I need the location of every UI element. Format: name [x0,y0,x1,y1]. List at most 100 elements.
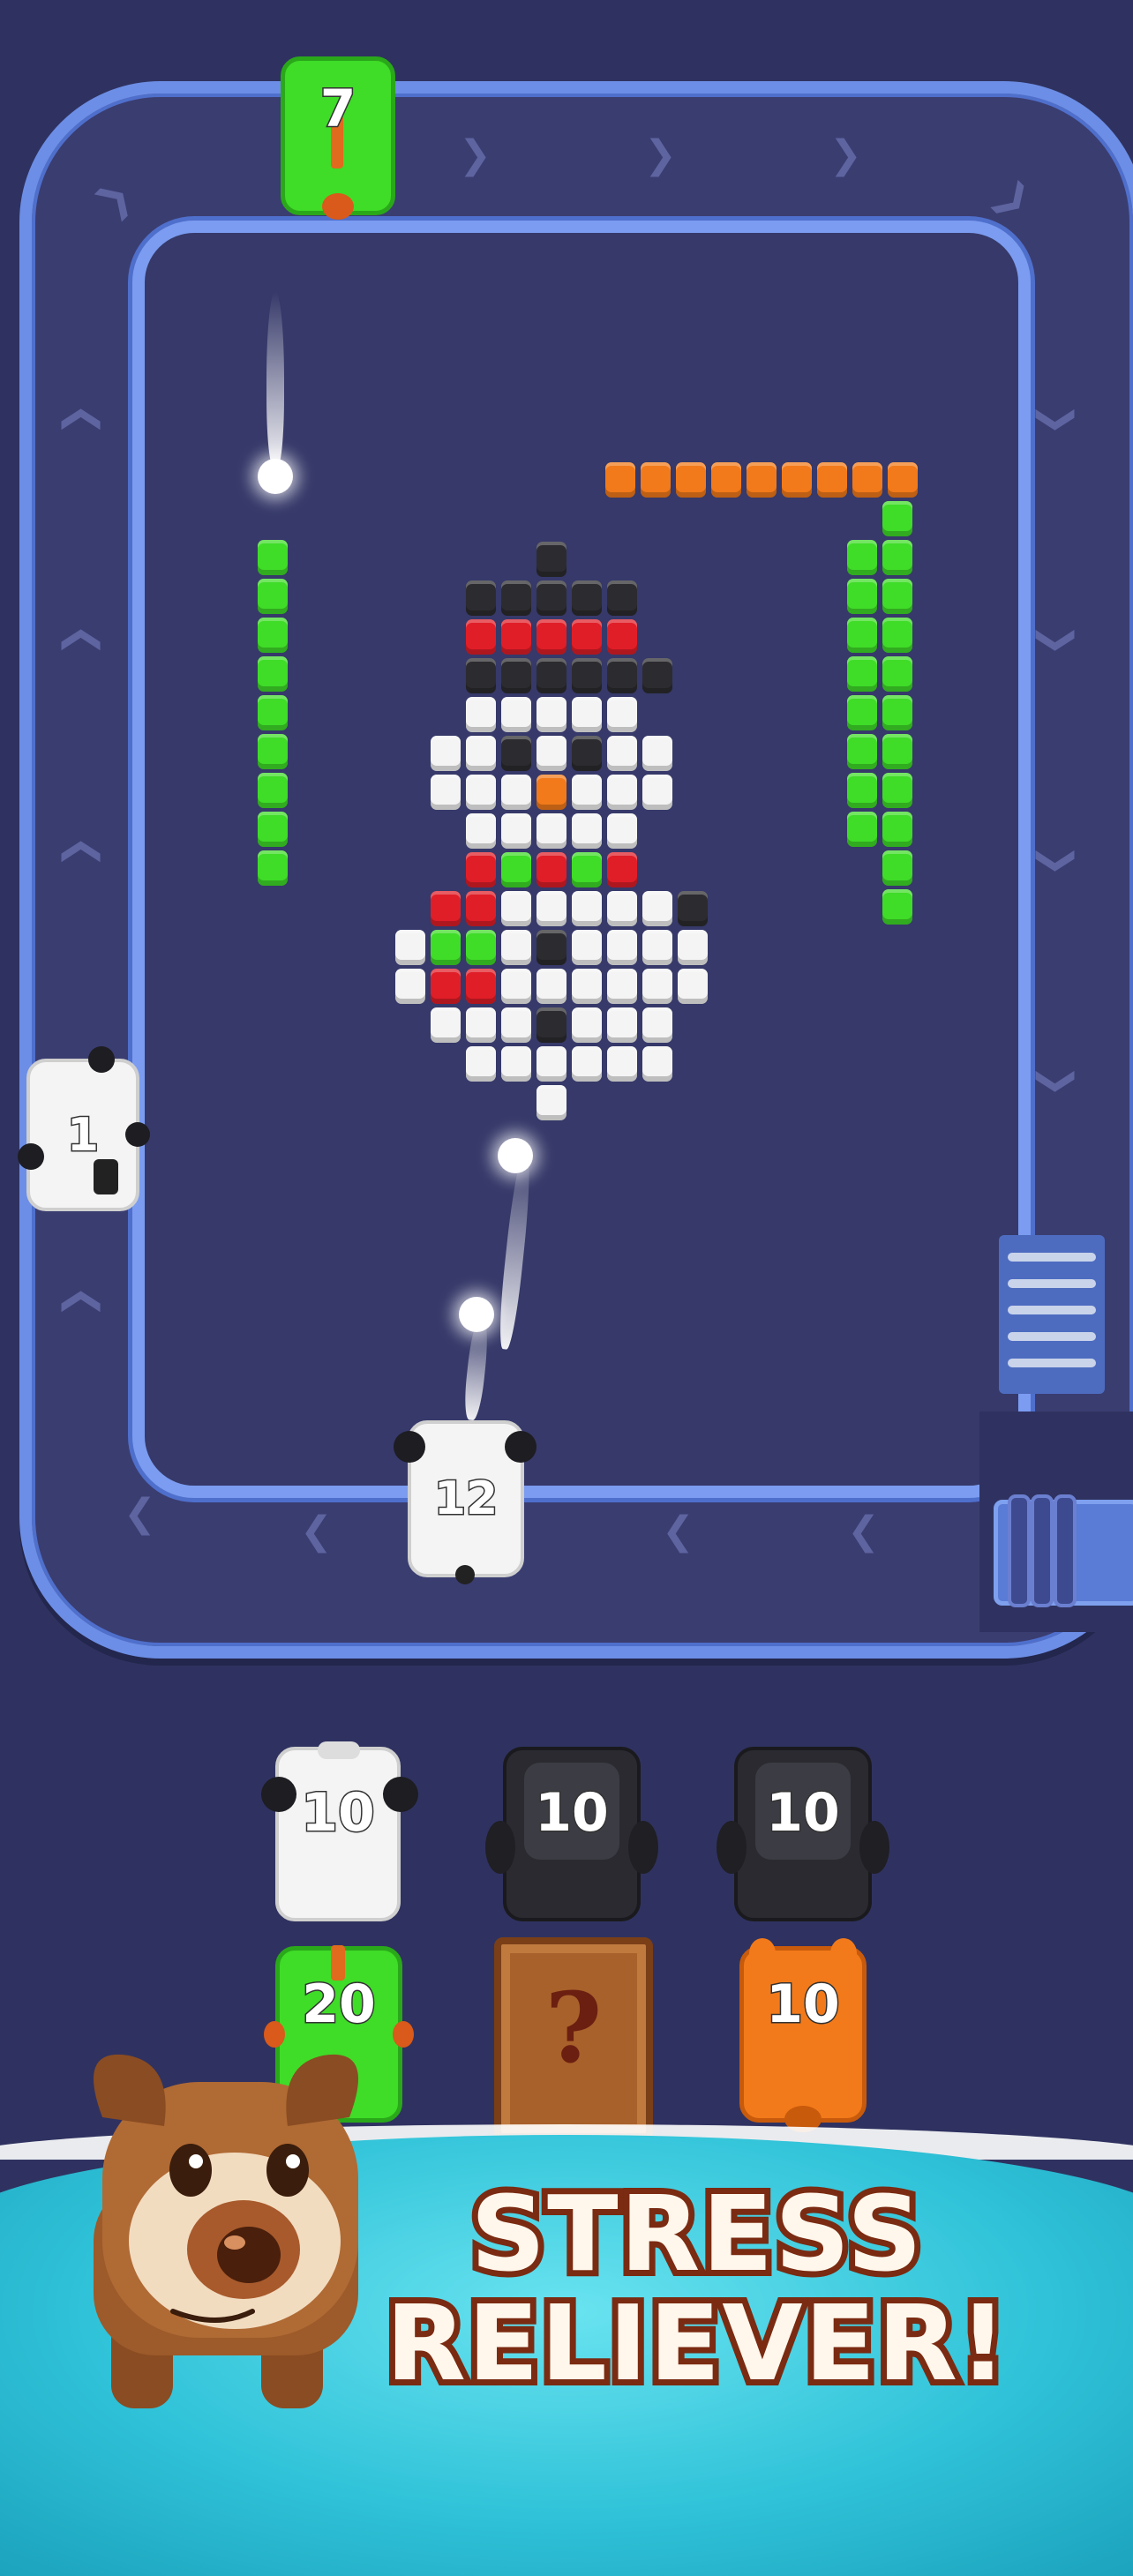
block [572,619,602,655]
block [466,1046,496,1082]
block [466,813,496,849]
block [882,889,912,925]
banner-title-line1: STRESS [464,2173,928,2295]
chevron-up-icon: ❯ [55,1285,101,1318]
block [605,462,635,498]
block [536,930,566,965]
block [572,891,602,926]
block [882,773,912,808]
block [258,850,288,886]
block [607,619,637,655]
block [572,813,602,849]
block [607,697,637,732]
chevron-right-icon: ❯ [459,132,491,177]
block [782,462,812,498]
shooter-panda-on-track[interactable]: 12 [394,1420,536,1584]
block [747,462,777,498]
block [572,1046,602,1082]
block [431,736,461,771]
queue-fox[interactable]: 10 [739,1938,867,2132]
queue-penguin[interactable]: 10 [717,1747,889,1921]
block [258,540,288,575]
block [466,697,496,732]
block [882,850,912,886]
block [258,695,288,730]
block [882,695,912,730]
block [536,775,566,810]
block [501,658,531,693]
block [572,775,602,810]
block [466,891,496,926]
block [678,930,708,965]
chevron-left-icon: ❮ [847,1509,880,1554]
block [607,969,637,1004]
block [501,891,531,926]
block [258,579,288,614]
block [607,1007,637,1043]
block [572,930,602,965]
block [466,852,496,887]
block [882,540,912,575]
block [536,852,566,887]
block [536,1046,566,1082]
block [572,852,602,887]
shooter-panda-on-track[interactable]: 1 [18,1046,150,1211]
chevron-down-icon: ❯ [1034,403,1080,436]
shooter-count: 10 [534,1781,610,1846]
block [258,812,288,847]
track-ramp [999,1235,1105,1394]
block [431,1007,461,1043]
queue-penguin[interactable]: 10 [485,1747,658,1921]
block [847,812,877,847]
block [258,773,288,808]
block [607,852,637,887]
block [572,658,602,693]
block [536,736,566,771]
chevron-up-icon: ❯ [55,835,101,868]
block [501,969,531,1004]
chevron-up-icon: ❯ [55,403,101,436]
block [882,656,912,692]
block [817,462,847,498]
queue-panda[interactable]: 10 [261,1741,418,1921]
mystery-question-mark: ? [544,1971,603,2085]
block [501,580,531,616]
block [852,462,882,498]
block [642,736,672,771]
block [678,891,708,926]
block [847,695,877,730]
chevron-up-icon: ❯ [55,624,101,656]
shooter-count: 10 [765,1973,841,2037]
block [466,658,496,693]
block [607,930,637,965]
block [641,462,671,498]
banner-title-line2: RELIEVER! [379,2282,1013,2404]
dog-mascot [94,2054,358,2408]
block [536,619,566,655]
block [882,618,912,653]
block [466,775,496,810]
mystery-crate[interactable]: ? [494,1937,653,2140]
chevron-left-icon: ❮ [662,1509,694,1554]
block [258,734,288,769]
block [847,579,877,614]
block [642,1007,672,1043]
chevron-right-icon: ❯ [829,132,862,177]
block [466,930,496,965]
block [711,462,741,498]
shooter-frog-on-track[interactable]: 7 [281,56,395,220]
shooter-count: 10 [765,1781,841,1846]
block [847,540,877,575]
block [501,775,531,810]
block [466,1007,496,1043]
block [536,891,566,926]
block [536,697,566,732]
chevron-down-icon: ❯ [1034,844,1080,877]
block [536,969,566,1004]
chevron-left-icon: ❮ [124,1491,156,1536]
block [501,852,531,887]
block [607,891,637,926]
shooter-count: 12 [432,1471,499,1527]
block [572,697,602,732]
block [882,812,912,847]
